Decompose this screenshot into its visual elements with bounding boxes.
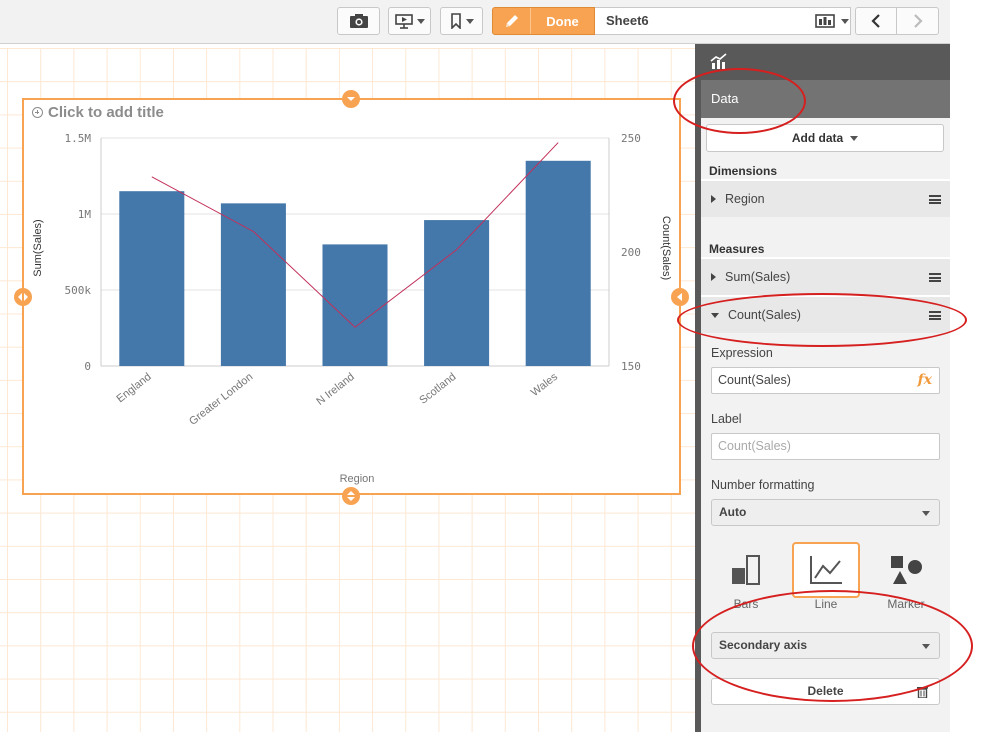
add-data-button[interactable]: Add data [706, 124, 944, 152]
next-sheet-button[interactable] [896, 7, 939, 35]
label-input[interactable]: Count(Sales) [711, 433, 940, 460]
number-formatting-select[interactable]: Auto [711, 499, 940, 526]
expression-input[interactable]: Count(Sales) fx [711, 367, 940, 394]
dimension-item-region[interactable]: Region [701, 179, 950, 217]
viz-line-option[interactable] [792, 542, 860, 598]
y2-tick-label: 250 [621, 132, 641, 145]
chevron-updown-icon [347, 491, 355, 501]
next-icon [913, 14, 923, 28]
y-tick-label: 0 [84, 360, 91, 373]
collapse-icon [711, 312, 719, 318]
viz-marker-option[interactable] [872, 542, 940, 598]
marker-icon [891, 556, 922, 584]
resize-handle-top[interactable] [342, 90, 360, 108]
camera-icon [349, 14, 368, 28]
viz-line-label: Line [814, 597, 838, 611]
bookmark-icon [450, 13, 461, 29]
bar [119, 191, 185, 366]
x-tick-label: N Ireland [314, 371, 357, 408]
app-root: Done Sheet6 Click to add title 0 500k 1M 1.… [0, 0, 997, 732]
chevron-down-icon [841, 18, 849, 24]
viz-bars-option[interactable] [712, 542, 780, 598]
dimensions-heading: Dimensions [709, 164, 778, 178]
fx-icon[interactable]: fx [918, 368, 932, 393]
expression-value: Count(Sales) [718, 373, 791, 387]
x-tick-label: Greater London [187, 371, 255, 428]
pencil-icon [493, 8, 531, 34]
viz-bars-label: Bars [733, 597, 759, 611]
viz-marker-label: Marker [887, 597, 925, 611]
measure-item-sum-sales[interactable]: Sum(Sales) [701, 257, 950, 295]
bookmark-button[interactable] [440, 7, 483, 35]
resize-handle-left[interactable] [14, 288, 32, 306]
y-tick-label: 1M [78, 208, 92, 221]
panel-header [701, 44, 950, 80]
bar [424, 220, 490, 366]
dimension-label: Region [725, 192, 765, 206]
y-tick-label: 500k [65, 284, 92, 297]
axis-value: Secondary axis [719, 638, 808, 652]
measure-label: Sum(Sales) [725, 270, 791, 284]
combo-chart: 0 500k 1M 1.5M 150 200 250 England Greater Londo… [32, 132, 672, 485]
y-tick-label: 1.5M [65, 132, 92, 145]
present-icon [394, 14, 413, 29]
trash-icon [917, 687, 928, 698]
chevron-down-icon [465, 18, 474, 24]
sheets-button[interactable] [812, 7, 852, 35]
number-formatting-value: Auto [719, 505, 747, 519]
prev-icon [871, 14, 880, 28]
bars-icon [732, 555, 760, 585]
x-tick-label: Wales [529, 371, 561, 399]
expression-label: Expression [711, 346, 773, 360]
chevron-down-icon [850, 135, 859, 141]
y2-axis-title: Count(Sales) [660, 216, 672, 280]
drag-handle-icon[interactable] [929, 311, 941, 320]
tab-data[interactable]: Data [701, 80, 950, 118]
x-tick-label: Scotland [417, 371, 458, 407]
chevron-left-icon [677, 293, 682, 301]
chevron-down-icon [922, 644, 930, 649]
sheets-icon [815, 14, 835, 28]
expand-icon [711, 273, 716, 281]
label-label: Label [711, 412, 742, 426]
measure-item-count-sales[interactable]: Count(Sales) [701, 295, 950, 333]
measures-heading: Measures [709, 242, 765, 256]
axis-select[interactable]: Secondary axis [711, 632, 940, 659]
drag-handle-icon[interactable] [929, 273, 941, 282]
y2-tick-label: 200 [621, 246, 641, 259]
chevron-down-icon [416, 18, 425, 24]
resize-handle-bottom[interactable] [342, 487, 360, 505]
add-data-label: Add data [791, 131, 844, 145]
chart-object[interactable]: Click to add title 0 500k 1M 1.5M 150 200 250 E… [22, 98, 681, 495]
y2-tick-label: 150 [621, 360, 641, 373]
chevron-down-icon [347, 97, 355, 101]
y-axis-title: Sum(Sales) [32, 219, 44, 276]
chevron-down-icon [922, 511, 930, 516]
x-tick-label: England [114, 371, 153, 405]
chevron-leftright-icon [18, 293, 28, 301]
bar [525, 160, 591, 366]
properties-panel: Data Add data Dimensions Region Measures… [701, 44, 950, 732]
present-button[interactable] [388, 7, 431, 35]
bar [220, 203, 286, 366]
snapshot-button[interactable] [337, 7, 380, 35]
delete-measure-button[interactable]: Delete [711, 678, 940, 705]
toolbar: Done Sheet6 [0, 0, 950, 44]
expand-icon [711, 195, 716, 203]
line-chart-icon [810, 556, 842, 584]
previous-sheet-button[interactable] [855, 7, 897, 35]
x-axis-title: Region [340, 473, 375, 485]
done-button[interactable]: Done [492, 7, 595, 35]
resize-handle-right[interactable] [671, 288, 689, 306]
done-label: Done [546, 13, 579, 29]
chart-properties-icon[interactable] [710, 53, 728, 71]
measure-label: Count(Sales) [728, 308, 801, 322]
drag-handle-icon[interactable] [929, 195, 941, 204]
delete-label: Delete [807, 684, 844, 698]
number-formatting-label: Number formatting [711, 478, 815, 492]
